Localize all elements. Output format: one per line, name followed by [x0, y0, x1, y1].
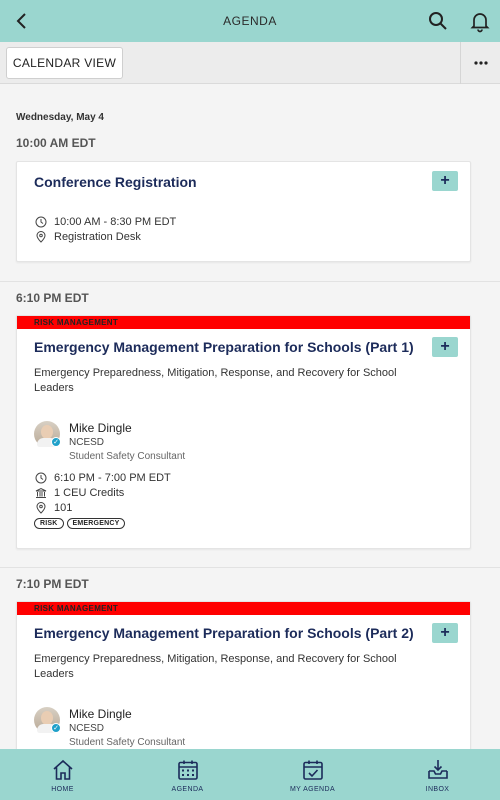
session-location: 101	[54, 502, 73, 514]
add-to-agenda-button[interactable]: +	[432, 337, 458, 357]
tag-chip[interactable]: EMERGENCY	[66, 518, 126, 529]
location-pin-icon	[34, 501, 48, 515]
session-description: Emergency Preparedness, Mitigation, Resp…	[34, 367, 397, 394]
speaker-name: Mike Dingle	[69, 421, 132, 435]
track-banner: RISK MANAGEMENT	[17, 602, 470, 615]
speaker-role: Student Safety Consultant	[69, 451, 186, 462]
verified-check-icon: ✓	[51, 723, 61, 733]
nav-agenda[interactable]: AGENDA	[125, 749, 250, 800]
session-title[interactable]: Emergency Management Preparation for Sch…	[34, 339, 414, 355]
session-location: Registration Desk	[54, 231, 141, 243]
nav-label: MY AGENDA	[289, 786, 336, 793]
session-time-range: 6:10 PM - 7:00 PM EDT	[54, 472, 171, 484]
location-pin-icon	[34, 230, 48, 244]
bell-icon[interactable]	[468, 9, 492, 33]
session-title[interactable]: Conference Registration	[34, 174, 197, 190]
divider	[0, 567, 500, 568]
speaker-org: NCESD	[69, 437, 105, 448]
session-location-row: Registration Desk	[34, 230, 141, 244]
more-dots-icon[interactable]	[460, 42, 500, 84]
session-card[interactable]: RISK MANAGEMENT Emergency Management Pre…	[16, 601, 471, 749]
session-card[interactable]: RISK MANAGEMENT Emergency Management Pre…	[16, 315, 471, 549]
avatar: ✓	[34, 707, 61, 733]
session-credits-row: 1 CEU Credits	[34, 486, 124, 500]
date-heading: Wednesday, May 4	[16, 112, 104, 123]
nav-label: HOME	[51, 786, 74, 793]
time-slot-heading: 7:10 PM EDT	[16, 577, 89, 591]
session-time-range: 10:00 AM - 8:30 PM EDT	[54, 216, 177, 228]
speaker-org: NCESD	[69, 723, 105, 734]
home-icon	[52, 759, 73, 780]
session-credits: 1 CEU Credits	[54, 487, 125, 499]
nav-inbox[interactable]: INBOX	[375, 749, 500, 800]
agenda-list[interactable]: Wednesday, May 4 10:00 AM EDT Conference…	[0, 85, 500, 749]
nav-label: AGENDA	[171, 786, 204, 793]
nav-label: INBOX	[425, 786, 450, 793]
session-description: Emergency Preparedness, Mitigation, Resp…	[34, 653, 397, 680]
page-title: AGENDA	[223, 14, 277, 28]
bottom-navigation: HOME AGENDA MY AGENDA INBOX	[0, 749, 500, 800]
add-to-agenda-button[interactable]: +	[432, 623, 458, 643]
session-location-row: 101	[34, 501, 72, 515]
institution-icon	[34, 486, 48, 500]
session-time-row: 6:10 PM - 7:00 PM EDT	[34, 471, 171, 485]
avatar: ✓	[34, 421, 61, 447]
session-card[interactable]: Conference Registration + 10:00 AM - 8:3…	[16, 161, 471, 262]
verified-check-icon: ✓	[51, 437, 61, 447]
calendar-view-button[interactable]: CALENDAR VIEW	[6, 47, 123, 79]
speaker-role: Student Safety Consultant	[69, 737, 186, 748]
nav-my-agenda[interactable]: MY AGENDA	[250, 749, 375, 800]
search-icon[interactable]	[426, 9, 450, 33]
agenda-toolbar: CALENDAR VIEW	[0, 42, 500, 84]
tag-list: RISK EMERGENCY	[34, 518, 126, 529]
session-time-row: 10:00 AM - 8:30 PM EDT	[34, 215, 176, 229]
track-banner: RISK MANAGEMENT	[17, 316, 470, 329]
session-title[interactable]: Emergency Management Preparation for Sch…	[34, 625, 414, 641]
clock-icon	[34, 215, 48, 229]
nav-home[interactable]: HOME	[0, 749, 125, 800]
speaker-row[interactable]: ✓ Mike Dingle NCESD Student Safety Consu…	[34, 707, 185, 749]
calendar-icon	[177, 760, 198, 780]
add-to-agenda-button[interactable]: +	[432, 171, 458, 191]
speaker-row[interactable]: ✓ Mike Dingle NCESD Student Safety Consu…	[34, 421, 185, 464]
top-app-bar: AGENDA	[0, 0, 500, 42]
calendar-check-icon	[302, 760, 323, 780]
inbox-icon	[427, 760, 448, 779]
tag-chip[interactable]: RISK	[34, 518, 64, 529]
divider	[0, 281, 500, 282]
time-slot-heading: 6:10 PM EDT	[16, 291, 89, 305]
time-slot-heading: 10:00 AM EDT	[16, 136, 96, 150]
speaker-name: Mike Dingle	[69, 707, 132, 721]
clock-icon	[34, 471, 48, 485]
